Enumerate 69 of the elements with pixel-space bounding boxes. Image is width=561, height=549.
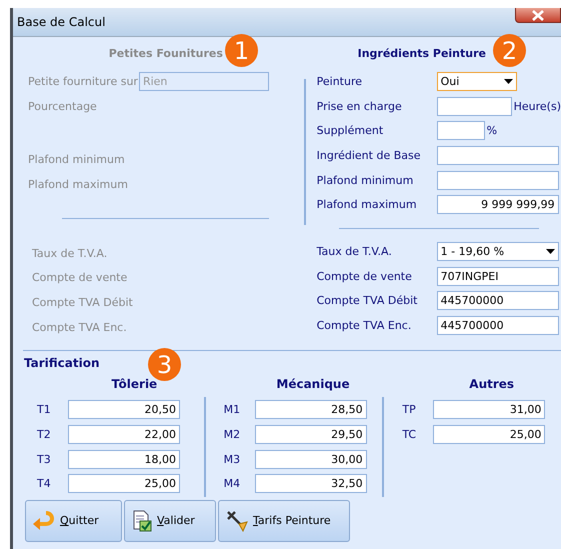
field-label: Plafond maximum [28, 178, 128, 191]
field-label: Plafond minimum [28, 153, 125, 166]
text-field[interactable]: 9 999 999,99 [436, 195, 559, 214]
rate-label: T4 [36, 477, 52, 490]
rate-field[interactable]: 20,50 [68, 400, 180, 420]
text-field[interactable] [436, 96, 512, 116]
number-badge: 1 [225, 34, 258, 67]
rate-field[interactable]: 25,00 [68, 474, 180, 494]
field-label: Compte de vente [316, 270, 413, 283]
caret-icon [504, 78, 513, 84]
rate-label: M2 [222, 428, 242, 442]
field-label: Prise en charge [316, 100, 403, 113]
rate-field[interactable]: 28,50 [254, 400, 367, 420]
unit-label: % [486, 124, 498, 138]
number-badge: 2 [493, 34, 526, 67]
rate-label: M4 [222, 477, 242, 490]
column-heading: Mécanique [275, 376, 351, 392]
field-label: Compte TVA Débit [316, 294, 418, 308]
field-label: Peinture [316, 74, 363, 88]
text-field[interactable] [436, 146, 559, 165]
number-badge: 3 [148, 348, 181, 381]
field-label: Compte de vente [31, 271, 128, 284]
document-check-icon [131, 510, 153, 532]
section-heading: Petites Founitures [108, 46, 223, 60]
field-label: Pourcentage [28, 100, 97, 113]
rate-label: T3 [36, 452, 52, 466]
dropdown[interactable]: Oui [436, 72, 517, 91]
window-title: Base de Calcul [17, 15, 106, 29]
caret-icon [546, 248, 555, 254]
field-label: Compte TVA Enc. [31, 320, 127, 334]
field-label: Compte TVA Enc. [316, 319, 412, 332]
dropdown[interactable]: 1 - 19,60 % [436, 242, 559, 261]
rate-field[interactable]: 31,00 [433, 400, 546, 420]
rate-field[interactable]: 18,00 [68, 450, 180, 469]
rate-label: T1 [36, 403, 52, 416]
return-arrow-icon [32, 510, 56, 532]
rate-field[interactable]: 25,00 [433, 425, 546, 444]
field-label: Taux de T.V.A. [316, 244, 393, 258]
text-field[interactable] [436, 170, 559, 190]
section-heading: Tarification [24, 356, 100, 370]
field-label: Supplément [316, 124, 384, 138]
text-field[interactable]: 707INGPEI [436, 266, 559, 286]
rate-field[interactable]: 30,00 [254, 450, 367, 469]
rate-field[interactable]: 32,50 [254, 474, 367, 494]
rate-label: TP [401, 403, 417, 416]
field-label: Ingrédient de Base [316, 148, 422, 162]
rate-label: M1 [222, 403, 242, 416]
field-label: Petite fourniture sur [28, 74, 138, 88]
toolbar-button[interactable]: Valider [124, 500, 216, 542]
spray-tool-icon [225, 510, 249, 532]
rate-label: TC [401, 428, 418, 442]
close-button[interactable] [515, 8, 561, 23]
toolbar-button[interactable]: Tarifs Peinture [218, 500, 350, 542]
rate-field[interactable]: 29,50 [254, 425, 367, 444]
rate-label: T2 [36, 428, 52, 442]
close-icon [531, 10, 545, 20]
field-label: Plafond maximum [316, 198, 418, 212]
text-field[interactable]: 445700000 [436, 291, 559, 310]
field-label: Plafond minimum [316, 174, 414, 187]
field-label: Taux de T.V.A. [31, 246, 108, 260]
text-field[interactable]: 445700000 [436, 316, 559, 336]
column-heading: Autres [468, 376, 516, 392]
unit-label: Heure(s) [514, 100, 561, 113]
rate-label: M3 [222, 452, 242, 466]
section-heading: Ingrédients Peinture [358, 46, 486, 60]
rate-field[interactable]: 22,00 [68, 425, 180, 444]
field-label: Compte TVA Débit [31, 296, 133, 309]
text-field[interactable] [436, 121, 485, 140]
toolbar-button[interactable]: Quitter [25, 500, 122, 542]
